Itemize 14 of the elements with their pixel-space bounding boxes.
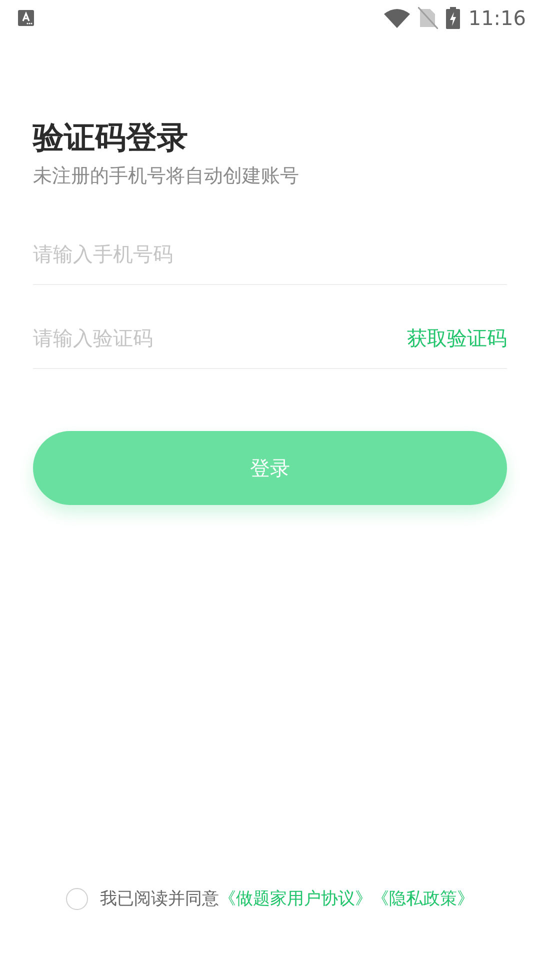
no-sim-icon — [418, 7, 438, 29]
page-title: 验证码登录 — [33, 119, 189, 158]
battery-charging-icon — [446, 7, 460, 29]
agreement-text: 我已阅读并同意 — [100, 888, 219, 910]
wifi-icon — [384, 8, 410, 28]
page-subtitle: 未注册的手机号将自动创建账号 — [33, 164, 300, 190]
phone-input-field[interactable]: 请输入手机号码 — [33, 239, 507, 270]
get-code-link[interactable]: 获取验证码 — [407, 323, 507, 354]
privacy-policy-link[interactable]: 《隐私政策》 — [372, 886, 474, 912]
clock-time: 11:16 — [468, 5, 526, 32]
user-agreement-link[interactable]: 《做题家用户协议》 — [219, 886, 372, 912]
keyboard-notification-icon — [18, 10, 34, 26]
code-input-field[interactable]: 请输入验证码 — [33, 323, 407, 354]
agree-checkbox[interactable] — [66, 888, 88, 910]
